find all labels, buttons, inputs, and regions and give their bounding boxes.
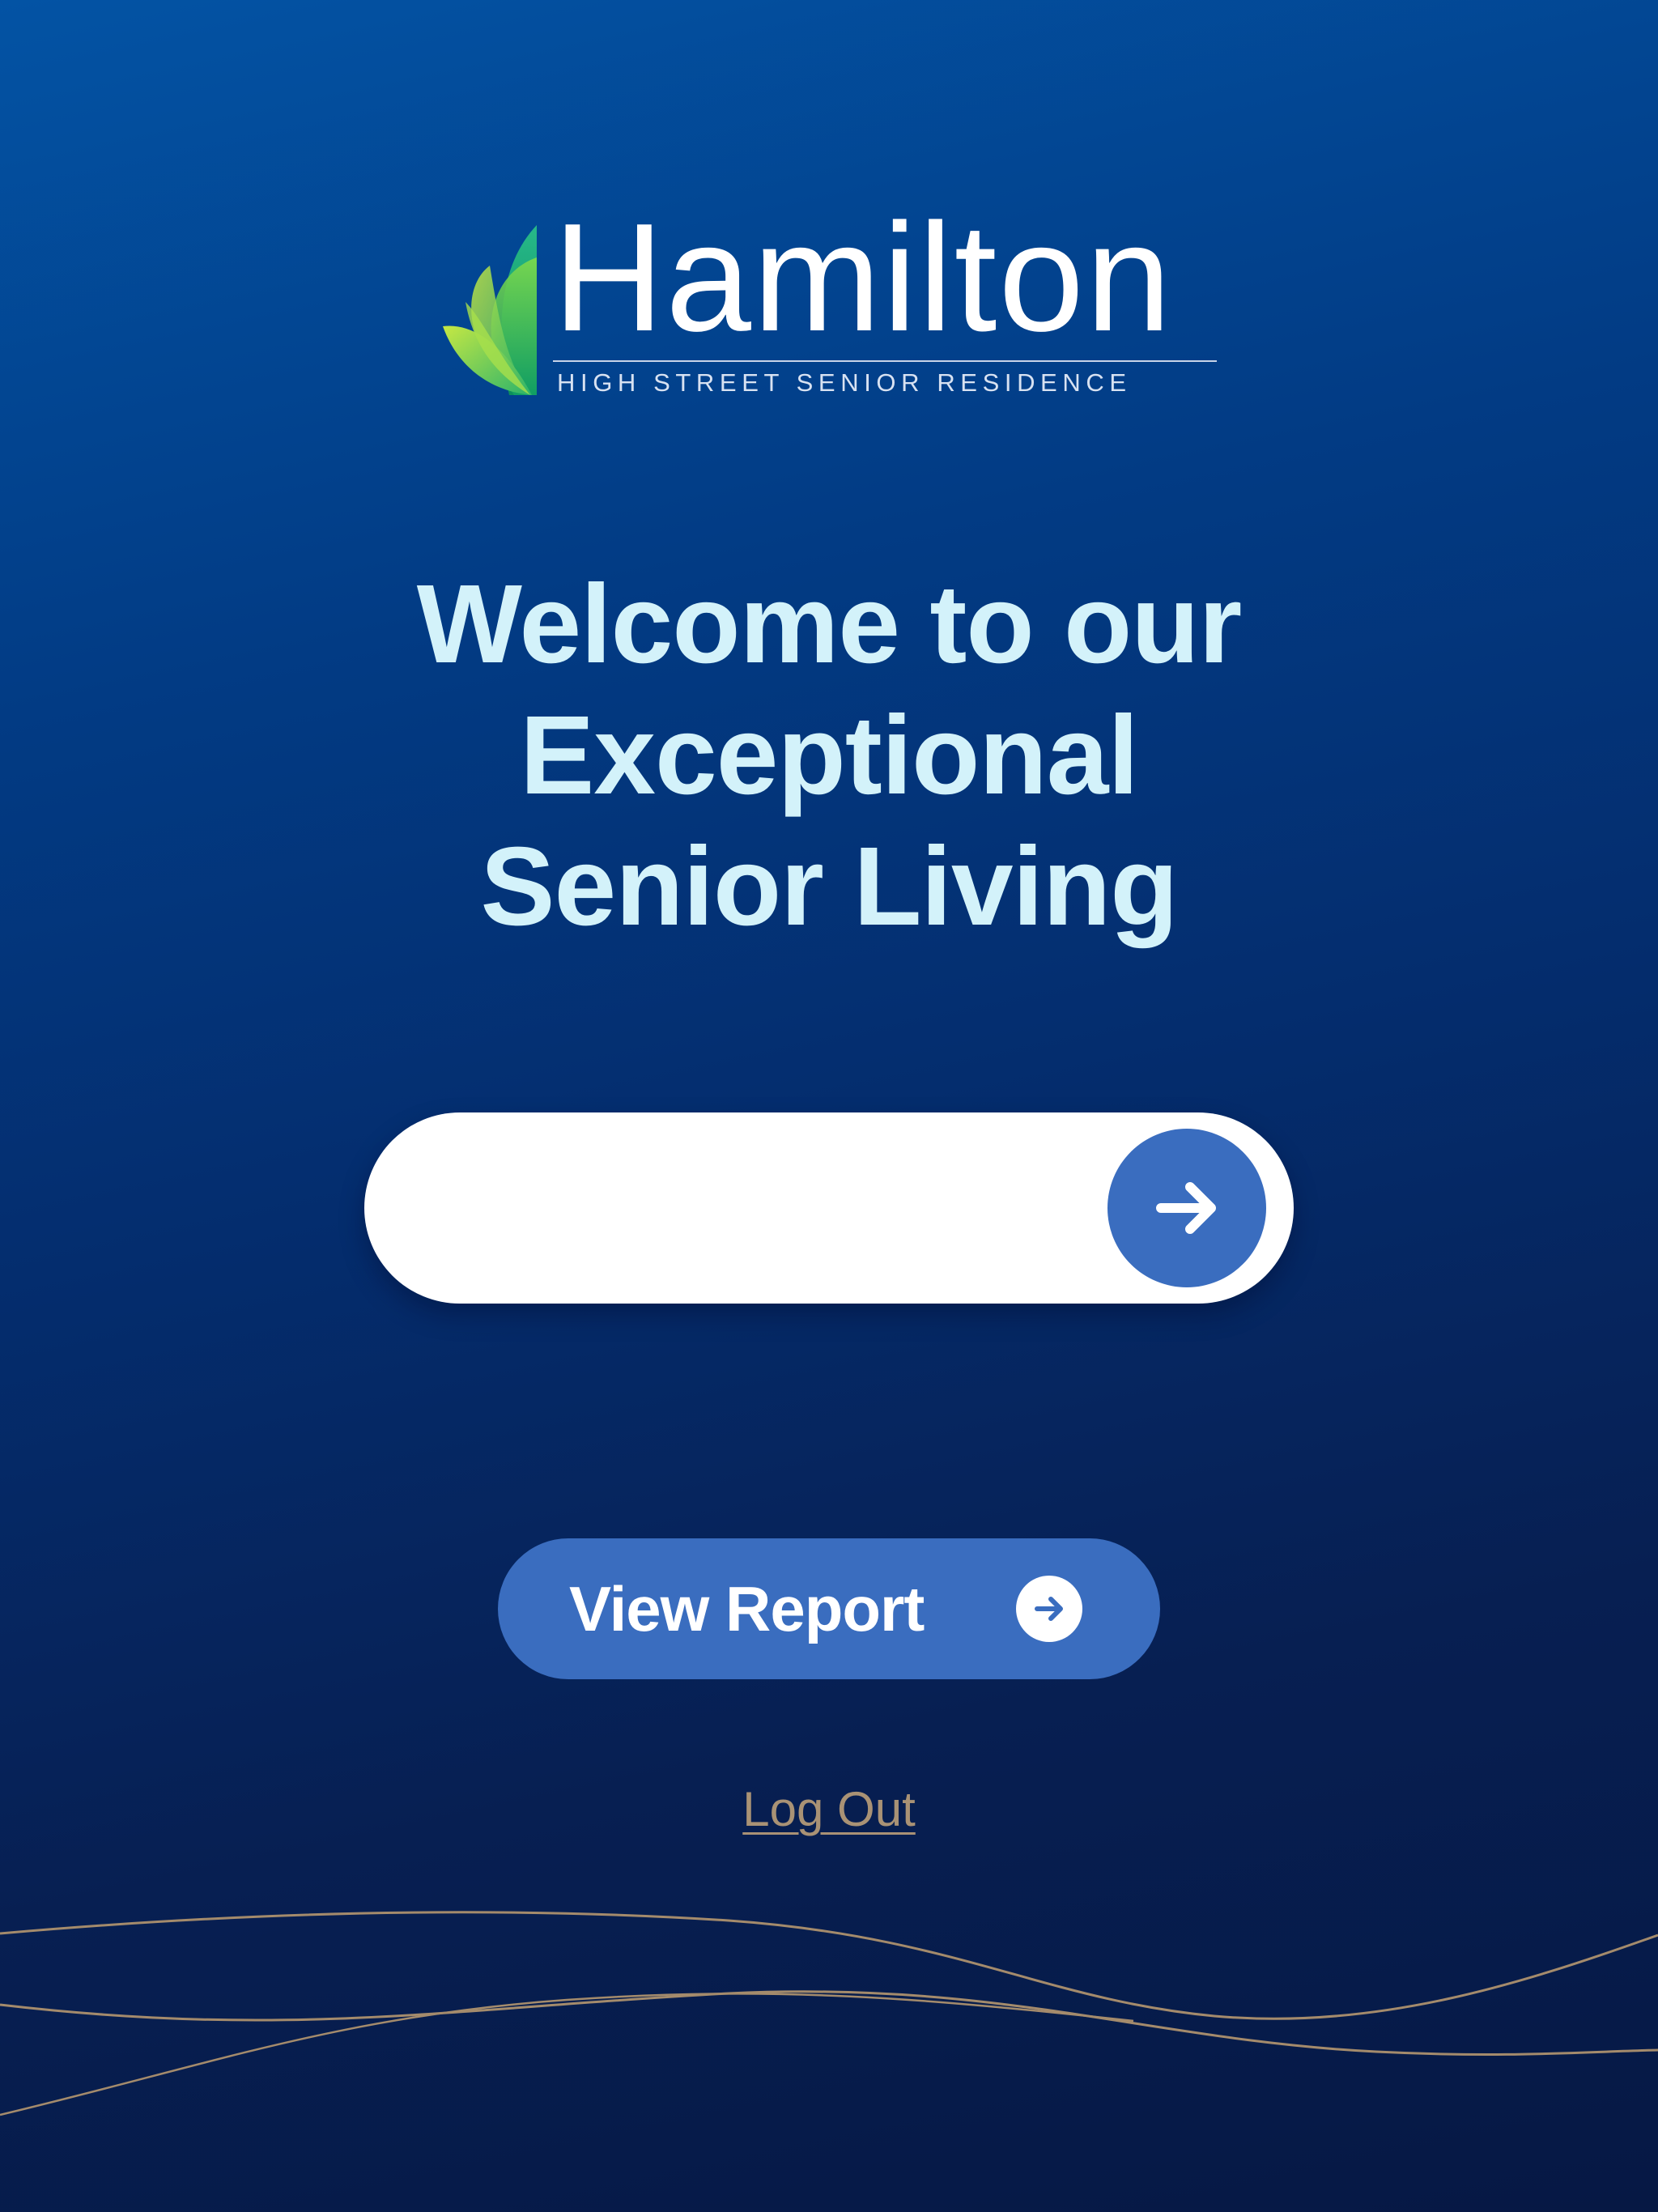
headline-line-1: Welcome to our [416, 562, 1243, 687]
logout-link[interactable]: Log Out [742, 1782, 916, 1836]
brand-name: Hamilton [553, 192, 1173, 364]
view-report-label: View Report [569, 1573, 925, 1644]
arrow-right-circle-icon [1016, 1576, 1082, 1642]
welcome-screen: Hamilton HIGH STREET SENIOR RESIDENCE We… [0, 0, 1658, 2212]
logo-divider [553, 360, 1217, 362]
entry-input[interactable] [437, 1151, 1088, 1266]
entry-field-container [364, 1112, 1294, 1304]
headline-line-2: Exceptional [520, 693, 1139, 818]
decorative-waves [0, 1911, 1658, 2116]
view-report-button[interactable]: View Report [498, 1538, 1160, 1679]
submit-button[interactable] [1107, 1129, 1266, 1287]
brand-tagline: HIGH STREET SENIOR RESIDENCE [557, 368, 1132, 397]
arrow-right-icon [1156, 1182, 1216, 1234]
headline-line-3: Senior Living [480, 824, 1178, 949]
leaf-logo-icon [443, 225, 537, 395]
brand-logo: Hamilton HIGH STREET SENIOR RESIDENCE [441, 201, 1218, 399]
logout-container: Log Out [0, 1781, 1658, 1838]
welcome-headline: Welcome to our Exceptional Senior Living [181, 559, 1477, 952]
